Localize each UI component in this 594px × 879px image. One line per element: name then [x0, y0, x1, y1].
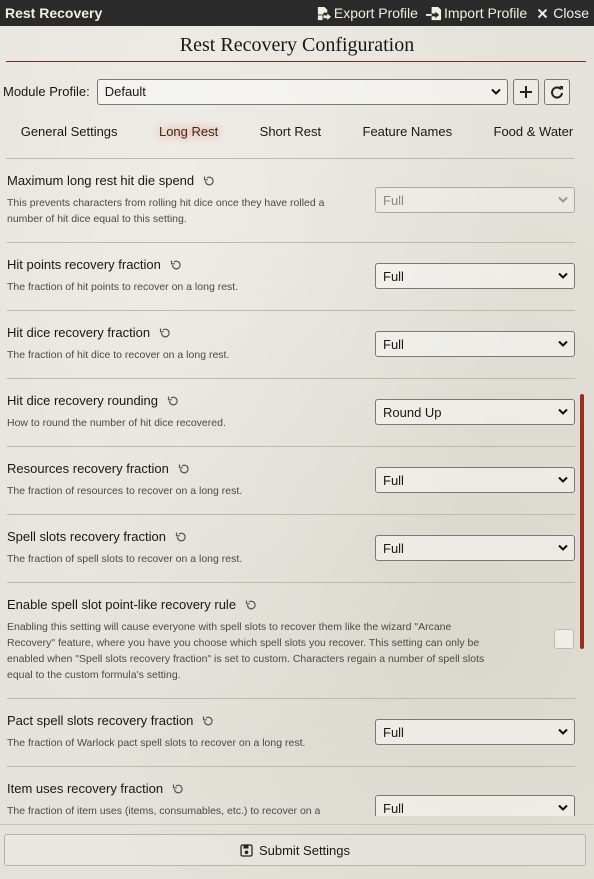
setting-hint: The fraction of item uses (items, consum… — [7, 805, 321, 816]
tab-long-rest[interactable]: Long Rest — [153, 122, 224, 141]
page-title: Rest Recovery Configuration — [179, 34, 415, 56]
file-export-icon — [317, 6, 331, 20]
setting-hint: The fraction of resources to recover on … — [7, 485, 243, 497]
chevron-down-icon — [558, 544, 568, 551]
reset-icon[interactable] — [245, 599, 257, 611]
title-divider — [6, 61, 586, 62]
window-titlebar[interactable]: Rest Recovery Export Profile Import Prof… — [0, 0, 594, 26]
export-profile-button[interactable]: Export Profile — [316, 5, 418, 21]
setting-select[interactable]: Full — [375, 467, 575, 493]
setting-select[interactable]: Full — [375, 795, 575, 816]
chevron-down-icon — [558, 340, 568, 347]
reset-icon[interactable] — [202, 715, 214, 727]
setting-label: Hit dice recovery fraction — [7, 325, 171, 340]
module-profile-row: Module Profile: Default — [3, 78, 587, 105]
setting-row: Resources recovery fraction The fraction… — [7, 447, 575, 515]
setting-select[interactable]: Full — [375, 535, 575, 561]
export-profile-label: Export Profile — [333, 5, 418, 21]
close-icon — [538, 8, 548, 18]
chevron-down-icon — [558, 196, 568, 203]
tab-feature-names[interactable]: Feature Names — [357, 122, 459, 141]
reset-icon[interactable] — [170, 259, 182, 271]
plus-icon — [519, 85, 532, 98]
setting-hint: The fraction of spell slots to recover o… — [7, 553, 243, 565]
chevron-down-icon — [491, 88, 501, 95]
reset-icon[interactable] — [175, 531, 187, 543]
settings-list[interactable]: Maximum long rest hit die spend This pre… — [0, 159, 594, 816]
setting-row: Item uses recovery fraction The fraction… — [7, 767, 575, 816]
setting-select[interactable]: Full — [375, 187, 575, 213]
reset-icon[interactable] — [159, 327, 171, 339]
close-label: Close — [553, 5, 589, 21]
submit-settings-button[interactable]: Submit Settings — [4, 834, 586, 866]
reset-icon[interactable] — [203, 175, 215, 187]
setting-hint: How to round the number of hit dice reco… — [7, 417, 226, 429]
tab-general-settings[interactable]: General Settings — [15, 122, 124, 141]
window-title: Rest Recovery — [5, 5, 103, 21]
scrollbar-thumb[interactable] — [580, 394, 584, 649]
setting-label: Spell slots recovery fraction — [7, 529, 187, 544]
setting-label: Hit points recovery fraction — [7, 257, 182, 272]
footer-divider — [0, 824, 594, 825]
setting-row: Enable spell slot point-like recovery ru… — [7, 583, 575, 699]
setting-label: Maximum long rest hit die spend — [7, 173, 215, 188]
setting-hint: The fraction of hit points to recover on… — [7, 281, 239, 293]
setting-row: Hit dice recovery rounding How to round … — [7, 379, 575, 447]
setting-row: Maximum long rest hit die spend This pre… — [7, 159, 575, 243]
module-profile-label: Module Profile: — [3, 84, 90, 99]
redo-icon — [550, 85, 563, 99]
settings-tabs: General Settings Long Rest Short Rest Fe… — [0, 118, 594, 144]
reset-profile-button[interactable] — [543, 78, 570, 105]
setting-row: Hit points recovery fraction The fractio… — [7, 243, 575, 311]
chevron-down-icon — [558, 476, 568, 483]
setting-row: Hit dice recovery fraction The fraction … — [7, 311, 575, 379]
reset-icon[interactable] — [178, 463, 190, 475]
setting-select[interactable]: Full — [375, 263, 575, 289]
rest-recovery-window: Rest Recovery Export Profile Import Prof… — [0, 0, 594, 879]
reset-icon[interactable] — [167, 395, 179, 407]
setting-select[interactable]: Full — [375, 719, 575, 745]
module-profile-value: Default — [104, 84, 146, 99]
setting-label: Enable spell slot point-like recovery ru… — [7, 597, 257, 612]
setting-select[interactable]: Round Up — [375, 399, 575, 425]
setting-label: Item uses recovery fraction — [7, 781, 184, 796]
tab-short-rest[interactable]: Short Rest — [254, 122, 327, 141]
submit-settings-label: Submit Settings — [258, 842, 351, 858]
chevron-down-icon — [558, 728, 568, 735]
setting-hint: The fraction of Warlock pact spell slots… — [7, 737, 306, 749]
setting-label: Hit dice recovery rounding — [7, 393, 179, 408]
setting-hint: Enabling this setting will cause everyon… — [7, 621, 485, 681]
add-profile-button[interactable] — [512, 78, 539, 105]
setting-hint: This prevents characters from rolling hi… — [7, 197, 325, 225]
setting-hint: The fraction of hit dice to recover on a… — [7, 349, 230, 361]
chevron-down-icon — [558, 804, 568, 811]
setting-select[interactable]: Full — [375, 331, 575, 357]
save-icon — [240, 843, 253, 857]
import-profile-label: Import Profile — [443, 5, 528, 21]
chevron-down-icon — [558, 272, 568, 279]
file-import-icon — [425, 6, 441, 20]
reset-icon[interactable] — [172, 783, 184, 795]
import-profile-button[interactable]: Import Profile — [425, 5, 528, 21]
close-button[interactable]: Close — [535, 5, 589, 21]
setting-row: Pact spell slots recovery fraction The f… — [7, 699, 575, 767]
spell-point-recovery-checkbox[interactable] — [554, 629, 574, 649]
chevron-down-icon — [558, 408, 568, 415]
setting-label: Resources recovery fraction — [7, 461, 190, 476]
setting-row: Spell slots recovery fraction The fracti… — [7, 515, 575, 583]
setting-label: Pact spell slots recovery fraction — [7, 713, 214, 728]
tab-food-and-water[interactable]: Food & Water — [488, 122, 580, 141]
module-profile-select[interactable]: Default — [96, 78, 508, 105]
